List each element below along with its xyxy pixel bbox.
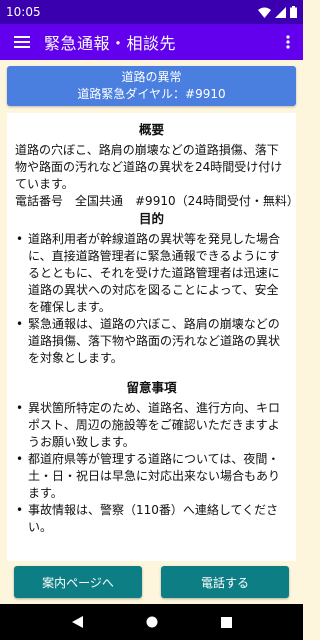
back-icon[interactable]: [71, 616, 83, 628]
list-item: 都道府県等が管理する道路については、夜間・土・日・祝日は早急に対応出来ない場合も…: [15, 451, 288, 502]
app-bar: 緊急通報・相談先: [0, 24, 303, 60]
menu-icon[interactable]: [0, 24, 44, 60]
info-panel[interactable]: 概要 道路の穴ぼこ、路肩の崩壊などの道路損傷、落下物や路面の汚れなど道路の異状を…: [7, 113, 296, 561]
list-item: 異状箇所特定のため、道路名、進行方向、キロポスト、周辺の施設等をご確認いただきま…: [15, 400, 288, 451]
notes-list: 異状箇所特定のため、道路名、進行方向、キロポスト、周辺の施設等をご確認いただきま…: [15, 400, 288, 536]
signal-icon: [275, 6, 286, 18]
overview-title: 概要: [138, 122, 164, 137]
status-bar: 10:05: [0, 0, 303, 24]
wifi-icon: [258, 7, 271, 18]
banner-dial: 道路緊急ダイヤル：#9910: [77, 87, 226, 101]
banner-title: 道路の異常: [121, 70, 182, 84]
list-item: 事故情報は、警察（110番）へ連絡してください。: [15, 502, 288, 536]
battery-icon: [290, 6, 297, 18]
action-buttons: 案内ページへ 電話する: [0, 566, 303, 598]
overview-text: 道路の穴ぼこ、路肩の崩壊などの道路損傷、落下物や路面の汚れなど道路の異状を24時…: [15, 143, 283, 191]
list-item: 緊急通報は、道路の穴ぼこ、路肩の崩壊などの道路損傷、落下物や路面の汚れなど道路の…: [15, 316, 288, 367]
purpose-list: 道路利用者が幹線道路の異状等を発見した場合に、直接道路管理者に緊急通報できるよう…: [15, 231, 288, 367]
app-title: 緊急通報・相談先: [44, 34, 177, 53]
home-icon[interactable]: [146, 616, 158, 628]
guide-page-button[interactable]: 案内ページへ: [14, 566, 142, 598]
more-options-icon[interactable]: [273, 24, 303, 60]
status-time: 10:05: [6, 5, 41, 19]
list-item: 道路利用者が幹線道路の異状等を発見した場合に、直接道路管理者に緊急通報できるよう…: [15, 231, 288, 316]
recents-icon[interactable]: [220, 616, 232, 628]
system-nav-bar: [0, 604, 303, 640]
category-banner: 道路の異常 道路緊急ダイヤル：#9910: [7, 66, 296, 106]
notes-title: 留意事項: [126, 380, 177, 395]
purpose-title: 目的: [138, 211, 164, 226]
call-button[interactable]: 電話する: [161, 566, 289, 598]
phone-number-text: 電話番号 全国共通 #9910（24時間受付・無料）: [15, 194, 296, 208]
